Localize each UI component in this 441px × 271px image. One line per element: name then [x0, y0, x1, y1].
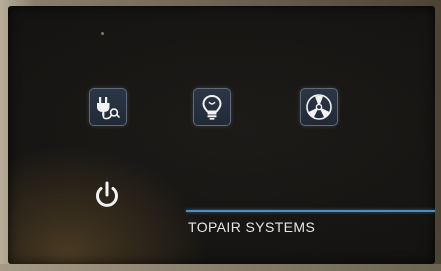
- plug-button[interactable]: [89, 88, 127, 126]
- light-button[interactable]: [193, 88, 231, 126]
- fan-button[interactable]: [300, 88, 338, 126]
- light-bulb-icon: [198, 93, 226, 121]
- brand-label: TOPAIR SYSTEMS: [188, 219, 316, 235]
- bottom-bezel: [0, 264, 441, 271]
- fan-icon: [304, 92, 334, 122]
- accent-divider: [186, 210, 435, 212]
- power-button[interactable]: [91, 180, 123, 214]
- power-plug-icon: [94, 93, 122, 121]
- sensor-indicator: [101, 32, 104, 35]
- power-icon: [92, 179, 122, 216]
